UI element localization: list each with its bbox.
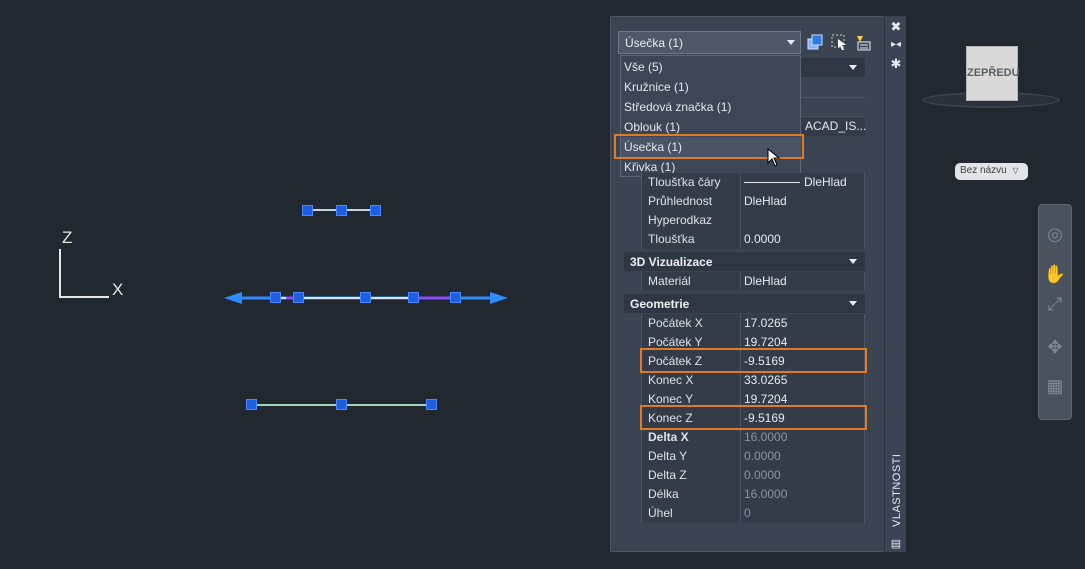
quick-select-icon[interactable] bbox=[854, 33, 872, 51]
prop-value[interactable]: DleHlad bbox=[741, 192, 865, 211]
ucs-x-axis bbox=[59, 296, 109, 298]
category-geometry[interactable]: Geometrie bbox=[624, 294, 865, 313]
highlight-box bbox=[640, 348, 867, 373]
grip[interactable] bbox=[336, 205, 347, 216]
prop-name: Delta X bbox=[641, 428, 741, 447]
dropdown-item[interactable]: Kružnice (1) bbox=[621, 77, 801, 97]
lineweight-swatch bbox=[744, 182, 800, 184]
prop-value[interactable]: 0.0000 bbox=[741, 230, 865, 249]
ucs-z-axis bbox=[59, 249, 61, 298]
prop-value[interactable]: DleHlad bbox=[741, 173, 865, 192]
prop-name: Tloušťka čáry bbox=[641, 173, 741, 192]
grip[interactable] bbox=[426, 399, 437, 410]
chevron-down-icon bbox=[849, 301, 857, 306]
grip[interactable] bbox=[336, 399, 347, 410]
grip[interactable] bbox=[360, 292, 371, 303]
prop-value-text: DleHlad bbox=[804, 175, 847, 189]
prop-value: 0.0000 bbox=[741, 447, 865, 466]
prop-name: Počátek X bbox=[641, 314, 741, 333]
named-view-label: Bez názvu bbox=[960, 165, 1007, 176]
prop-name: Úhel bbox=[641, 504, 741, 523]
prop-name: Délka bbox=[641, 485, 741, 504]
prop-name: Delta Z bbox=[641, 466, 741, 485]
grip[interactable] bbox=[370, 205, 381, 216]
prop-value-text: ACAD_IS... bbox=[805, 119, 867, 133]
select-objects-icon[interactable] bbox=[830, 33, 848, 51]
grip[interactable] bbox=[450, 292, 461, 303]
viewcube-face[interactable]: ZEPŘEDU bbox=[966, 46, 1020, 101]
zoom-icon[interactable]: ⤢ bbox=[1043, 292, 1067, 316]
cursor-icon bbox=[767, 148, 781, 167]
steering-wheel-icon[interactable]: ◎ bbox=[1043, 222, 1067, 246]
grip[interactable] bbox=[246, 399, 257, 410]
prop-value: 16.0000 bbox=[741, 485, 865, 504]
grip[interactable] bbox=[408, 292, 419, 303]
chevron-down-icon bbox=[787, 40, 795, 45]
prop-value[interactable]: DleHlad bbox=[741, 272, 865, 291]
grip[interactable] bbox=[270, 292, 281, 303]
dropdown-item[interactable]: Středová značka (1) bbox=[621, 97, 801, 117]
category-label: 3D Vizualizace bbox=[630, 255, 713, 269]
grip[interactable] bbox=[302, 205, 313, 216]
close-icon[interactable]: ✖ bbox=[889, 20, 903, 34]
prop-value[interactable] bbox=[741, 211, 865, 230]
toggle-pickadd-icon[interactable] bbox=[806, 33, 824, 51]
prop-value[interactable]: 33.0265 bbox=[741, 371, 865, 390]
highlight-box bbox=[640, 405, 867, 430]
ucs-z-label: Z bbox=[62, 228, 73, 247]
ucs-x-label: X bbox=[112, 280, 124, 299]
grip[interactable] bbox=[293, 292, 304, 303]
prop-name: Delta Y bbox=[641, 447, 741, 466]
settings-icon[interactable]: ✱ bbox=[889, 57, 903, 71]
arrow-left-icon bbox=[224, 292, 242, 304]
palette-title: VLASTNOSTI bbox=[891, 453, 903, 527]
prop-value[interactable]: 17.0265 bbox=[741, 314, 865, 333]
pan-hand-icon[interactable]: ✋ bbox=[1043, 262, 1067, 286]
prop-name: Konec X bbox=[641, 371, 741, 390]
chevron-down-icon bbox=[849, 259, 857, 264]
named-view-button[interactable]: Bez názvu ▽ bbox=[955, 163, 1028, 180]
showmotion-icon[interactable]: ▦ bbox=[1043, 374, 1067, 398]
selection-value: Úsečka (1) bbox=[625, 36, 684, 50]
prop-name: Materiál bbox=[641, 272, 741, 291]
dropdown-item[interactable]: Vše (5) bbox=[621, 57, 801, 77]
prop-value: 16.0000 bbox=[741, 428, 865, 447]
prop-name: Tloušťka bbox=[641, 230, 741, 249]
chevron-down-icon bbox=[849, 65, 857, 70]
arrow-right-icon bbox=[490, 292, 508, 304]
category-3d-visualization[interactable]: 3D Vizualizace bbox=[624, 252, 865, 271]
palette-icon[interactable]: ▤ bbox=[889, 537, 903, 551]
prop-value: 0.0000 bbox=[741, 466, 865, 485]
prop-name: Průhlednost bbox=[641, 192, 741, 211]
category-label: Geometrie bbox=[630, 297, 690, 311]
prop-name: Hyperodkaz bbox=[641, 211, 741, 230]
orbit-icon[interactable]: ✥ bbox=[1043, 335, 1067, 359]
selection-select[interactable]: Úsečka (1) bbox=[618, 31, 801, 54]
chevron-down-icon: ▽ bbox=[1012, 166, 1019, 175]
autohide-icon[interactable]: ▸◂ bbox=[889, 38, 903, 52]
prop-value: 0 bbox=[741, 504, 865, 523]
